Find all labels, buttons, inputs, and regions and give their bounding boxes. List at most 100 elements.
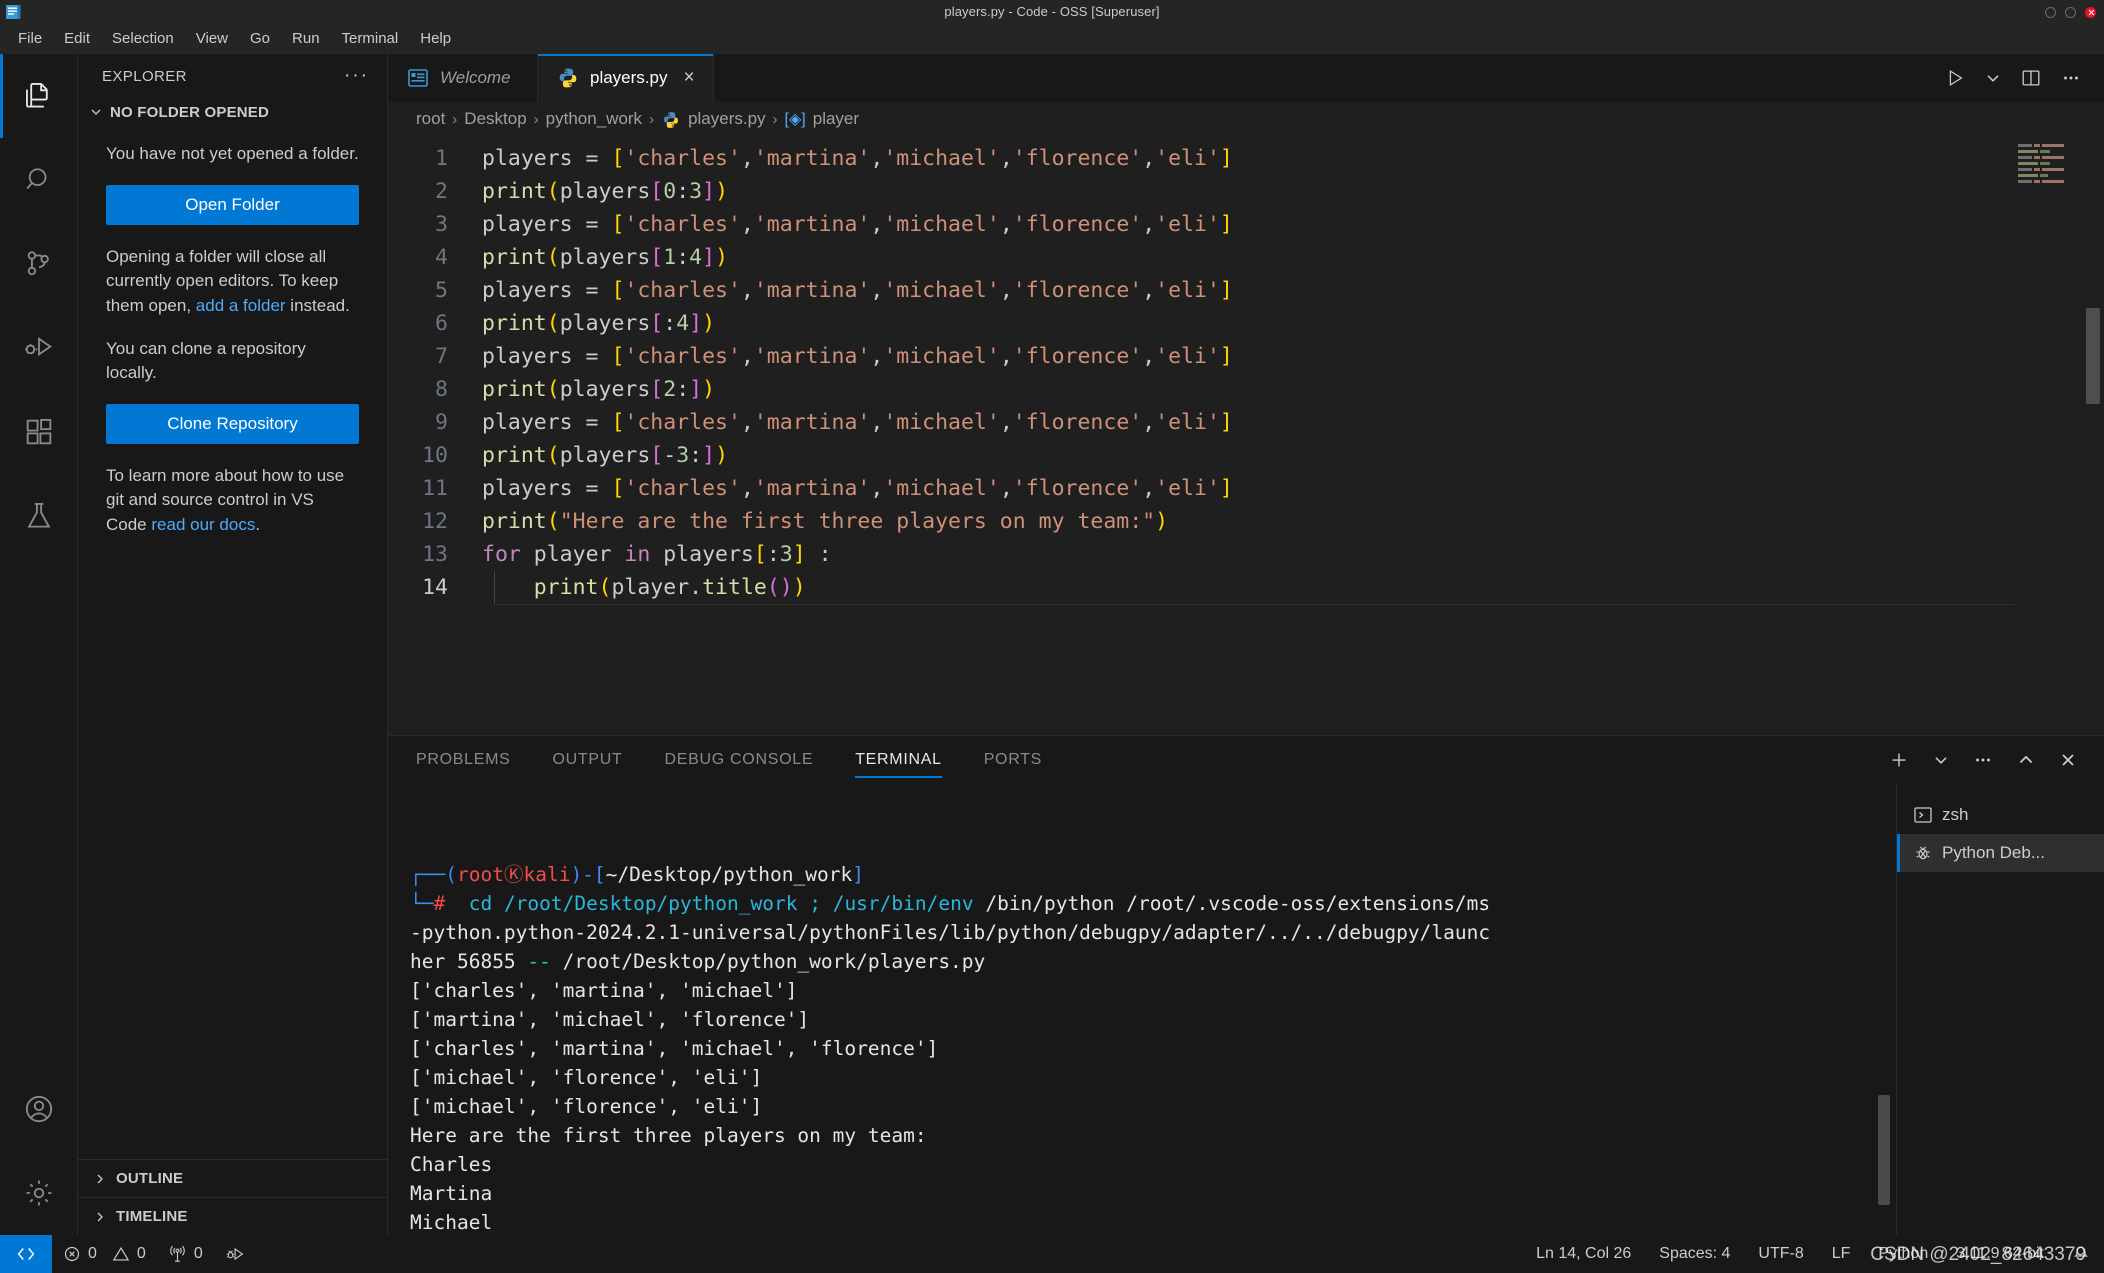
- breadcrumb-desktop[interactable]: Desktop: [464, 109, 526, 129]
- sidebar-body: You have not yet opened a folder. Open F…: [78, 128, 387, 556]
- line-content[interactable]: print(players[-3:]): [470, 439, 728, 472]
- tab-problems[interactable]: PROBLEMS: [416, 736, 511, 784]
- tab-output[interactable]: OUTPUT: [553, 736, 623, 784]
- chevron-down-icon[interactable]: [1984, 69, 2002, 87]
- breadcrumb-players-py[interactable]: players.py: [688, 109, 765, 129]
- status-problems[interactable]: 0 0: [52, 1235, 157, 1273]
- status-python-interpreter[interactable]: 3.11.9 64-bit: [1942, 1235, 2058, 1273]
- line-content[interactable]: players = ['charles','martina','michael'…: [470, 274, 1233, 307]
- bell-icon[interactable]: [2058, 1235, 2104, 1273]
- tab-players-py[interactable]: players.py ×: [538, 54, 714, 102]
- line-content[interactable]: players = ['charles','martina','michael'…: [470, 472, 1233, 505]
- menu-help[interactable]: Help: [410, 26, 461, 52]
- code-line[interactable]: 11 players = ['charles','martina','michae…: [388, 472, 2104, 505]
- code-line[interactable]: 12 print("Here are the first three player…: [388, 505, 2104, 538]
- code-lines[interactable]: 1 players = ['charles','martina','michael…: [388, 136, 2104, 604]
- line-content[interactable]: players = ['charles','martina','michael'…: [470, 208, 1233, 241]
- line-content[interactable]: print(players[1:4]): [470, 241, 728, 274]
- tab-ports[interactable]: PORTS: [984, 736, 1042, 784]
- status-ports[interactable]: 0: [157, 1235, 214, 1273]
- activity-testing-button[interactable]: [0, 474, 78, 558]
- menu-terminal[interactable]: Terminal: [332, 26, 409, 52]
- terminal-scrollbar[interactable]: [1878, 1095, 1890, 1205]
- line-content[interactable]: players = ['charles','martina','michael'…: [470, 142, 1233, 175]
- ellipsis-icon[interactable]: [2060, 67, 2082, 89]
- menu-file[interactable]: File: [8, 26, 52, 52]
- code-line[interactable]: 1 players = ['charles','martina','michael…: [388, 142, 2104, 175]
- tab-debug-console[interactable]: DEBUG CONSOLE: [665, 736, 814, 784]
- close-button[interactable]: [2085, 6, 2096, 18]
- code-line[interactable]: 3 players = ['charles','martina','michael…: [388, 208, 2104, 241]
- code-line[interactable]: 13 for player in players[:3] :: [388, 538, 2104, 571]
- close-icon[interactable]: [2058, 750, 2078, 770]
- line-content[interactable]: print(players[0:3]): [470, 175, 728, 208]
- sidebar-more-actions-button[interactable]: ···: [344, 66, 369, 85]
- open-folder-button[interactable]: Open Folder: [106, 184, 359, 225]
- remote-window-icon[interactable]: [0, 1235, 52, 1273]
- code-line[interactable]: 7 players = ['charles','martina','michael…: [388, 340, 2104, 373]
- activity-search-button[interactable]: [0, 138, 78, 222]
- sidebar-item-timeline[interactable]: TIMELINE: [78, 1197, 387, 1235]
- terminal-item-python-debug[interactable]: Python Deb...: [1897, 834, 2104, 872]
- status-language-mode[interactable]: Python: [1864, 1235, 1942, 1273]
- terminal-output[interactable]: ┌──(rootⓀkali)-[~/Desktop/python_work] └─…: [388, 784, 1896, 1235]
- sidebar-item-outline[interactable]: OUTLINE: [78, 1159, 387, 1197]
- tab-terminal[interactable]: TERMINAL: [855, 736, 942, 784]
- activity-run-debug-button[interactable]: [0, 306, 78, 390]
- clone-repository-button[interactable]: Clone Repository: [106, 403, 359, 444]
- breadcrumb-symbol-player[interactable]: player: [813, 109, 859, 129]
- status-python-debug[interactable]: [214, 1235, 258, 1273]
- command-port: 56855: [456, 950, 516, 973]
- code-line[interactable]: 9 players = ['charles','martina','michael…: [388, 406, 2104, 439]
- status-eol[interactable]: LF: [1818, 1235, 1865, 1273]
- menu-selection[interactable]: Selection: [102, 26, 184, 52]
- menu-edit[interactable]: Edit: [54, 26, 100, 52]
- status-indentation[interactable]: Spaces: 4: [1645, 1235, 1744, 1273]
- activity-explorer-button[interactable]: [0, 54, 78, 138]
- menu-go[interactable]: Go: [240, 26, 280, 52]
- code-line[interactable]: 10 print(players[-3:]): [388, 439, 2104, 472]
- activity-accounts-button[interactable]: [0, 1067, 78, 1151]
- activity-manage-settings-button[interactable]: [0, 1151, 78, 1235]
- no-folder-opened-section[interactable]: NO FOLDER OPENED: [78, 98, 387, 128]
- play-icon[interactable]: [1944, 67, 1966, 89]
- line-content[interactable]: print(players[:4]): [470, 307, 715, 340]
- read-our-docs-link[interactable]: read our docs: [151, 515, 255, 534]
- code-editor[interactable]: 1 players = ['charles','martina','michael…: [388, 136, 2104, 735]
- close-icon[interactable]: ×: [683, 68, 694, 87]
- plus-icon[interactable]: [1888, 749, 1910, 771]
- code-line[interactable]: 4 print(players[1:4]): [388, 241, 2104, 274]
- chevron-up-icon[interactable]: [2016, 750, 2036, 770]
- tab-welcome[interactable]: Welcome: [388, 54, 538, 102]
- breadcrumb-python-work[interactable]: python_work: [546, 109, 642, 129]
- breadcrumb-root[interactable]: root: [416, 109, 445, 129]
- terminal-item-zsh[interactable]: zsh: [1897, 796, 2104, 834]
- status-editor-position[interactable]: Ln 14, Col 26: [1522, 1235, 1645, 1273]
- chevron-down-icon[interactable]: [1932, 751, 1950, 769]
- line-content[interactable]: players = ['charles','martina','michael'…: [470, 340, 1233, 373]
- maximize-button[interactable]: [2065, 6, 2076, 18]
- code-line[interactable]: 6 print(players[:4]): [388, 307, 2104, 340]
- line-content[interactable]: print("Here are the first three players …: [470, 505, 1168, 538]
- line-content[interactable]: print(players[2:]): [470, 373, 715, 406]
- split-editor-icon[interactable]: [2020, 67, 2042, 89]
- code-line[interactable]: 5 players = ['charles','martina','michael…: [388, 274, 2104, 307]
- code-token: players: [482, 410, 573, 435]
- minimize-button[interactable]: [2045, 6, 2056, 18]
- add-a-folder-link[interactable]: add a folder: [196, 296, 286, 315]
- code-line[interactable]: 14 print(player.title()): [388, 571, 2104, 604]
- menu-view[interactable]: View: [186, 26, 238, 52]
- minimap[interactable]: [2018, 144, 2082, 184]
- editor-vertical-scrollbar[interactable]: [2086, 308, 2100, 404]
- code-token: ,: [999, 476, 1013, 501]
- code-line[interactable]: 8 print(players[2:]): [388, 373, 2104, 406]
- code-line[interactable]: 2 print(players[0:3]): [388, 175, 2104, 208]
- activity-extensions-button[interactable]: [0, 390, 78, 474]
- line-content[interactable]: for player in players[:3] :: [470, 538, 832, 571]
- activity-source-control-button[interactable]: [0, 222, 78, 306]
- line-content[interactable]: print(player.title()): [470, 571, 806, 604]
- ellipsis-icon[interactable]: [1972, 749, 1994, 771]
- status-encoding[interactable]: UTF-8: [1744, 1235, 1817, 1273]
- line-content[interactable]: players = ['charles','martina','michael'…: [470, 406, 1233, 439]
- menu-run[interactable]: Run: [282, 26, 330, 52]
